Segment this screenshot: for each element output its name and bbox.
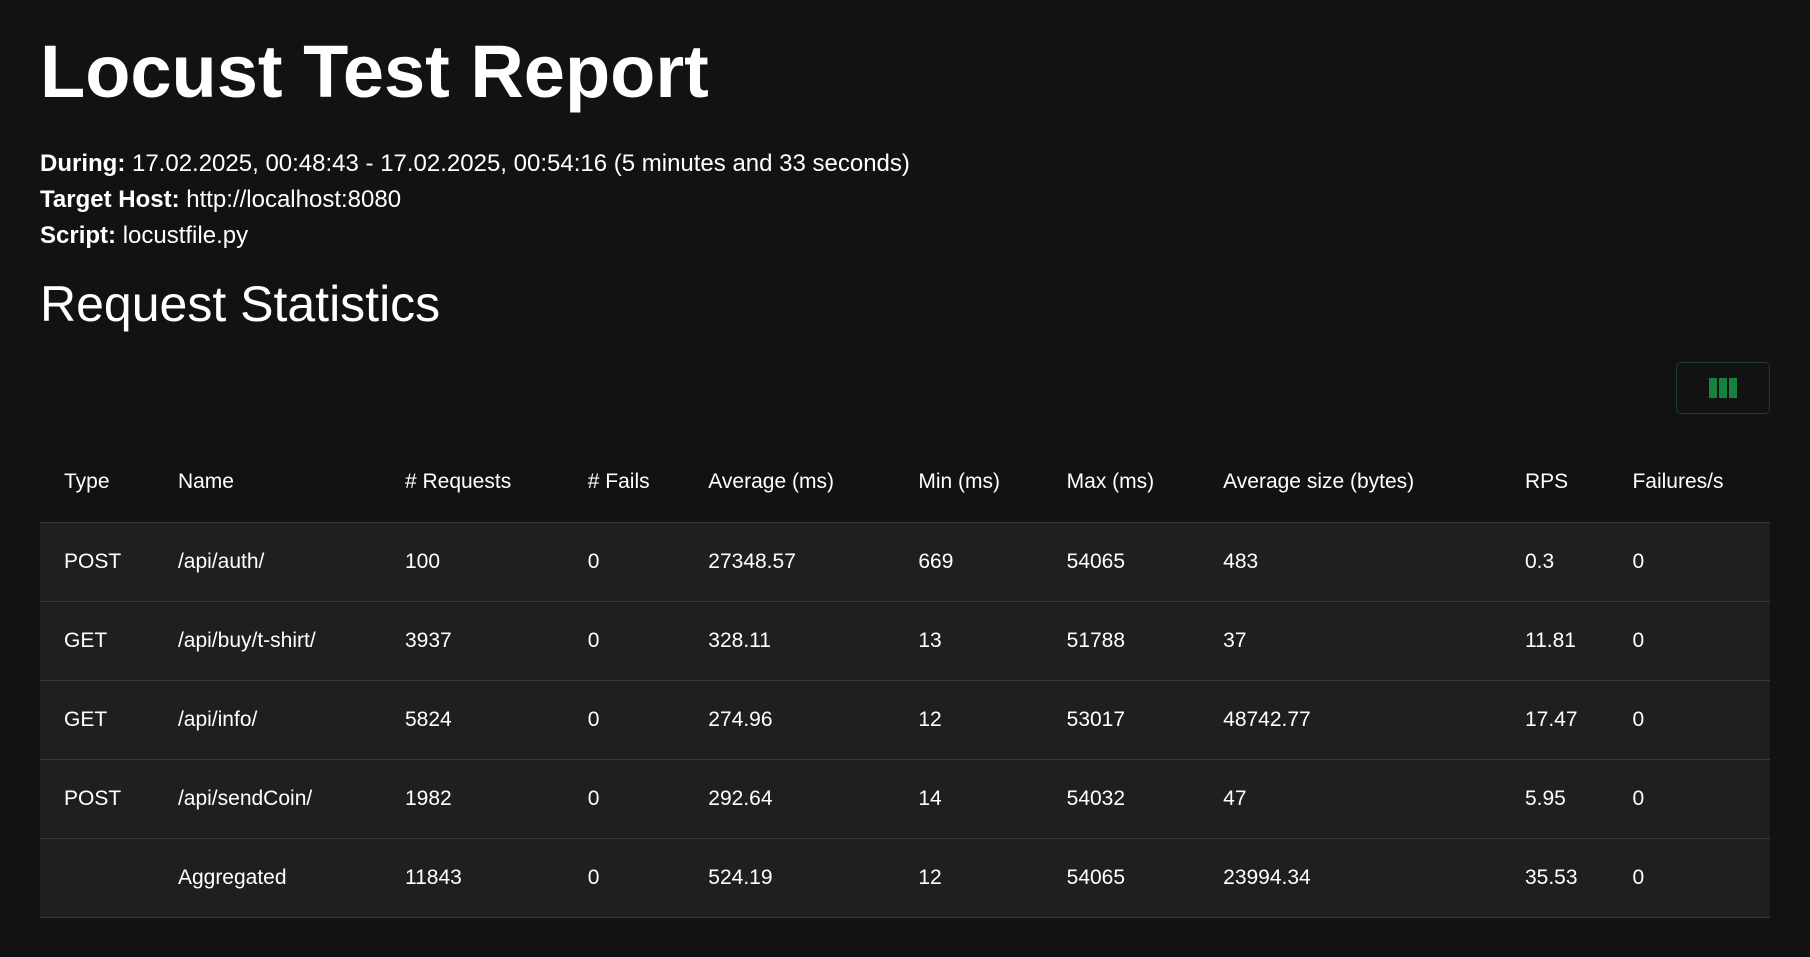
- during-line: During: 17.02.2025, 00:48:43 - 17.02.202…: [40, 146, 1770, 182]
- cell-max-ms: 54065: [1042, 838, 1200, 918]
- cell-fails: 0: [563, 838, 685, 918]
- cell-requests: 5824: [380, 680, 564, 760]
- table-row: POST/api/sendCoin/1982 0 292.64 14 54032 47 5.…: [40, 759, 1770, 839]
- table-row: GET/api/buy/t-shirt/3937 0 328.11 13 51788 37…: [40, 601, 1770, 681]
- page-title: Locust Test Report: [40, 30, 709, 113]
- cell-fails: 0: [563, 522, 685, 602]
- cell-failures-per-s: 0: [1608, 759, 1770, 839]
- cell-rps: 0.3: [1500, 522, 1609, 602]
- column-header-average-ms[interactable]: Average (ms): [684, 442, 895, 523]
- columns-icon-bar: [1719, 378, 1727, 398]
- target-host-label: Target Host:: [40, 186, 180, 213]
- table-body: POST/api/auth/100 0 27348.57 669 54065 483 0.3…: [40, 522, 1770, 918]
- column-header-max-ms[interactable]: Max (ms): [1042, 442, 1200, 523]
- cell-failures-per-s: 0: [1608, 838, 1770, 918]
- report-page: Locust Test Report During: 17.02.2025, 0…: [0, 0, 1810, 918]
- cell-average-ms: 27348.57: [684, 522, 895, 602]
- cell-average-size-bytes: 23994.34: [1199, 838, 1501, 918]
- column-selector-button[interactable]: [1676, 362, 1770, 414]
- cell-rps: 17.47: [1500, 680, 1609, 760]
- column-header-min-ms[interactable]: Min (ms): [894, 442, 1043, 523]
- cell-max-ms: 53017: [1042, 680, 1200, 760]
- cell-fails: 0: [563, 759, 685, 839]
- during-value: 17.02.2025, 00:48:43 - 17.02.2025, 00:54…: [131, 150, 910, 177]
- cell-max-ms: 54032: [1042, 759, 1200, 839]
- column-header-rps[interactable]: RPS: [1500, 442, 1609, 523]
- cell-min-ms: 13: [894, 601, 1043, 681]
- column-header-average-size-bytes[interactable]: Average size (bytes): [1199, 442, 1501, 523]
- cell-average-size-bytes: 37: [1199, 601, 1501, 681]
- cell-failures-per-s: 0: [1608, 601, 1770, 681]
- cell-requests: 3937: [380, 601, 564, 681]
- script-label: Script:: [40, 222, 117, 249]
- cell-average-size-bytes: 483: [1199, 522, 1501, 602]
- cell-type: POST: [40, 759, 154, 839]
- table-row: POST/api/auth/100 0 27348.57 669 54065 483 0.3…: [40, 522, 1770, 602]
- table-toolbar: [40, 362, 1770, 424]
- cell-requests: 1982: [380, 759, 564, 839]
- cell-name: /api/sendCoin/: [153, 759, 381, 839]
- request-statistics-table: Type Name # Requests # Fails Average (ms) Min…: [40, 442, 1770, 918]
- cell-type: [40, 838, 154, 918]
- cell-name: /api/info/: [153, 680, 381, 760]
- column-header-fails[interactable]: # Fails: [563, 442, 685, 523]
- cell-max-ms: 51788: [1042, 601, 1200, 681]
- cell-average-ms: 524.19: [684, 838, 895, 918]
- cell-name: Aggregated: [153, 838, 381, 918]
- table-row: Aggregated 11843 0 524.19 12 54065 23994.34 35.…: [40, 838, 1770, 918]
- cell-average-size-bytes: 48742.77: [1199, 680, 1501, 760]
- cell-rps: 35.53: [1500, 838, 1609, 918]
- cell-type: GET: [40, 680, 154, 760]
- cell-rps: 5.95: [1500, 759, 1609, 839]
- target-host-line: Target Host: http://localhost:8080: [40, 182, 1770, 218]
- cell-average-ms: 274.96: [684, 680, 895, 760]
- cell-max-ms: 54065: [1042, 522, 1200, 602]
- cell-failures-per-s: 0: [1608, 522, 1770, 602]
- cell-min-ms: 669: [894, 522, 1043, 602]
- columns-icon-bar: [1709, 378, 1717, 398]
- column-header-name[interactable]: Name: [153, 442, 381, 523]
- script-value: locustfile.py: [122, 222, 249, 249]
- script-line: Script: locustfile.py: [40, 218, 1770, 254]
- cell-average-size-bytes: 47: [1199, 759, 1501, 839]
- cell-type: POST: [40, 522, 154, 602]
- column-header-failures-per-s[interactable]: Failures/s: [1608, 442, 1770, 523]
- cell-min-ms: 12: [894, 838, 1043, 918]
- during-label: During:: [40, 150, 126, 177]
- cell-average-ms: 292.64: [684, 759, 895, 839]
- columns-icon-bar: [1729, 378, 1737, 398]
- cell-fails: 0: [563, 601, 685, 681]
- target-host-value: http://localhost:8080: [186, 186, 402, 213]
- cell-name: /api/auth/: [153, 522, 381, 602]
- columns-icon: [1709, 378, 1737, 398]
- report-meta: During: 17.02.2025, 00:48:43 - 17.02.202…: [40, 146, 1770, 254]
- table-row: GET/api/info/5824 0 274.96 12 53017 48742.77 1…: [40, 680, 1770, 760]
- cell-rps: 11.81: [1500, 601, 1609, 681]
- cell-requests: 11843: [380, 838, 564, 918]
- cell-requests: 100: [380, 522, 564, 602]
- column-header-requests[interactable]: # Requests: [380, 442, 564, 523]
- cell-min-ms: 12: [894, 680, 1043, 760]
- cell-failures-per-s: 0: [1608, 680, 1770, 760]
- column-header-type[interactable]: Type: [40, 442, 154, 523]
- cell-fails: 0: [563, 680, 685, 760]
- cell-average-ms: 328.11: [684, 601, 895, 681]
- section-title: Request Statistics: [40, 276, 441, 332]
- cell-type: GET: [40, 601, 154, 681]
- table-header-row: Type Name # Requests # Fails Average (ms) Min…: [40, 442, 1770, 523]
- cell-name: /api/buy/t-shirt/: [153, 601, 381, 681]
- cell-min-ms: 14: [894, 759, 1043, 839]
